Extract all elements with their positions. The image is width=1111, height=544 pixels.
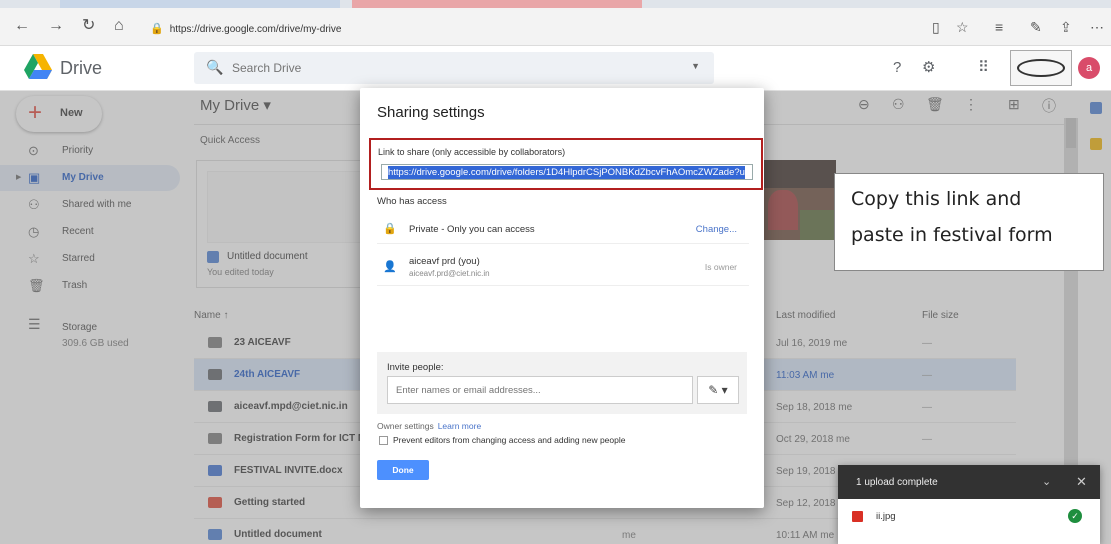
pen-icon[interactable]: ✎ xyxy=(1030,19,1042,35)
dialog-title: Sharing settings xyxy=(377,104,485,121)
drive-logo-icon[interactable] xyxy=(24,54,52,80)
invite-section: Invite people: ✎ ▾ xyxy=(377,352,747,414)
screen: ← → ↻ ⌂ 🔒 https://drive.google.com/drive/… xyxy=(0,0,1111,544)
sharing-settings-dialog: Sharing settings Link to share (only acc… xyxy=(360,88,764,508)
learn-more-link[interactable]: Learn more xyxy=(438,421,481,431)
pencil-icon: ✎ ▾ xyxy=(708,383,728,397)
prevent-editors-label: Prevent editors from changing access and… xyxy=(393,435,626,445)
avatar[interactable]: a xyxy=(1078,57,1100,79)
app-name: Drive xyxy=(60,58,103,78)
help-icon[interactable]: ? xyxy=(893,60,901,76)
access-row-private: 🔒 Private - Only you can access Change..… xyxy=(377,212,749,244)
browser-tab-strip xyxy=(0,0,1111,8)
search-bar[interactable]: 🔍 ▼ xyxy=(194,52,714,84)
prevent-editors-option[interactable]: Prevent editors from changing access and… xyxy=(379,435,626,446)
share-link-url[interactable]: https://drive.google.com/drive/folders/1… xyxy=(388,166,745,179)
search-input[interactable] xyxy=(232,58,652,78)
who-has-access-label: Who has access xyxy=(377,196,447,207)
link-share-label: Link to share (only accessible by collab… xyxy=(378,147,566,157)
uploaded-file-name[interactable]: ii.jpg xyxy=(876,511,896,522)
instruction-callout: Copy this link and paste in festival for… xyxy=(834,173,1104,271)
home-icon[interactable]: ⌂ xyxy=(114,18,124,34)
person-icon: 👤 xyxy=(383,261,397,273)
toast-title: 1 upload complete xyxy=(856,477,938,488)
more-icon[interactable]: ⋯ xyxy=(1090,19,1104,35)
organization-logo xyxy=(1010,50,1072,86)
url-field[interactable]: 🔒 https://drive.google.com/drive/my-drive xyxy=(150,20,910,38)
toast-header: 1 upload complete ⌄ ✕ xyxy=(838,465,1100,499)
browser-tab-active[interactable] xyxy=(352,0,642,8)
lock-icon: 🔒 xyxy=(383,223,397,235)
owner-name: aiceavf prd (you) xyxy=(409,256,480,267)
chevron-down-icon[interactable]: ⌄ xyxy=(1042,475,1051,488)
access-text: Private - Only you can access xyxy=(409,224,535,235)
invite-input[interactable] xyxy=(387,376,693,404)
settings-gear-icon[interactable]: ⚙ xyxy=(922,60,935,76)
invite-label: Invite people: xyxy=(387,362,444,373)
owner-email: aiceavf.prd@ciet.nic.in xyxy=(409,269,490,278)
search-options-icon[interactable]: ▼ xyxy=(691,61,700,71)
lock-icon: 🔒 xyxy=(150,23,164,35)
callout-line-1: Copy this link and xyxy=(851,188,1022,210)
access-row-owner: 👤 aiceavf prd (you) aiceavf.prd@ciet.nic… xyxy=(377,248,749,286)
reading-view-icon[interactable]: ▯ xyxy=(932,19,940,35)
close-icon[interactable]: ✕ xyxy=(1076,474,1087,490)
share-link-field[interactable]: https://drive.google.com/drive/folders/1… xyxy=(381,164,753,180)
favorites-icon[interactable]: ≡ xyxy=(995,19,1003,35)
checkbox[interactable] xyxy=(379,436,388,446)
url-text: https://drive.google.com/drive/my-drive xyxy=(169,24,342,35)
favorite-star-icon[interactable]: ☆ xyxy=(956,19,969,35)
address-bar: ← → ↻ ⌂ 🔒 https://drive.google.com/drive/… xyxy=(0,8,1111,46)
upload-toast: 1 upload complete ⌄ ✕ ii.jpg ✓ xyxy=(838,465,1100,544)
refresh-icon[interactable]: ↻ xyxy=(82,18,95,34)
browser-tab[interactable] xyxy=(60,0,340,8)
done-button[interactable]: Done xyxy=(377,460,429,480)
forward-icon[interactable]: → xyxy=(48,18,64,34)
permission-dropdown[interactable]: ✎ ▾ xyxy=(697,376,739,404)
share-icon[interactable]: ⇪ xyxy=(1060,19,1072,35)
back-icon[interactable]: ← xyxy=(14,18,30,34)
search-icon: 🔍 xyxy=(206,59,224,75)
owner-role: Is owner xyxy=(704,262,737,272)
change-access-link[interactable]: Change... xyxy=(696,224,737,235)
owner-settings: Owner settings Learn more xyxy=(377,421,482,431)
callout-line-2: paste in festival form xyxy=(851,224,1053,246)
check-circle-icon: ✓ xyxy=(1068,509,1082,523)
drive-header: Drive 🔍 ▼ ? ⚙ ⠿ a xyxy=(0,46,1111,91)
apps-grid-icon[interactable]: ⠿ xyxy=(978,60,989,76)
image-file-icon xyxy=(852,511,863,522)
link-share-highlight: Link to share (only accessible by collab… xyxy=(369,138,763,190)
